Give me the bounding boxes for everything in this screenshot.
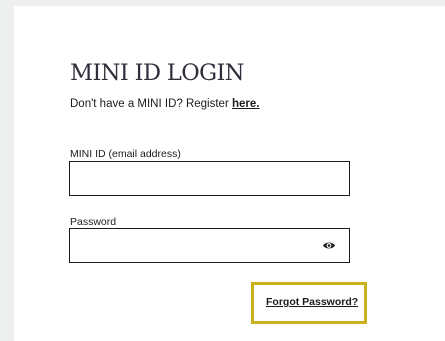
password-field[interactable] [69, 228, 350, 263]
email-field[interactable] [69, 161, 350, 196]
email-input[interactable] [70, 162, 326, 195]
register-prompt-text: Don't have a MINI ID? Register [70, 98, 229, 110]
register-prompt: Don't have a MINI ID? Register here. [70, 98, 260, 112]
password-input[interactable] [70, 229, 326, 262]
page-title: MINI ID LOGIN [70, 60, 244, 86]
email-label: MINI ID (email address) [70, 148, 181, 160]
password-label: Password [70, 216, 117, 228]
eye-icon[interactable] [322, 240, 336, 251]
forgot-password-link[interactable]: Forgot Password? [266, 296, 358, 309]
register-link[interactable]: here. [232, 98, 260, 110]
